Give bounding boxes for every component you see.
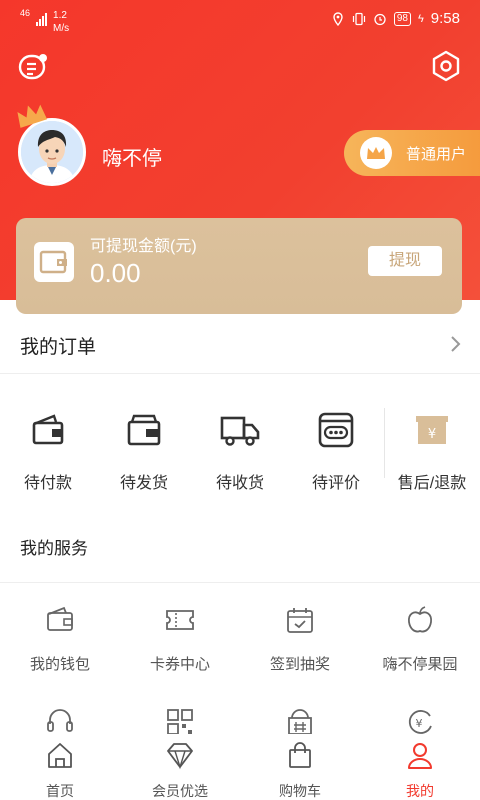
withdraw-button[interactable]: 提现 (368, 246, 442, 276)
tab-member-picks[interactable]: 会员优选 (120, 740, 240, 800)
my-services-title: 我的服务 (20, 539, 88, 558)
user-icon (408, 743, 432, 769)
tab-label: 我的 (406, 783, 434, 799)
network-speed: 1.2 (53, 10, 67, 21)
service-wallet[interactable]: 我的钱包 (0, 604, 120, 674)
chevron-right-icon (451, 336, 461, 352)
tab-cart[interactable]: 购物车 (240, 740, 360, 800)
location-icon (333, 11, 343, 26)
order-pending-payment[interactable]: 待付款 (0, 396, 96, 496)
service-label: 签到抽奖 (269, 656, 330, 673)
alarm-icon (374, 13, 386, 25)
crown-icon (367, 147, 385, 159)
username: 嗨不停 (102, 148, 162, 170)
my-orders-title: 我的订单 (20, 337, 97, 358)
diamond-icon (167, 743, 193, 770)
service-label: 我的钱包 (29, 656, 90, 673)
avatar-image (21, 121, 83, 183)
clock: 9:58 (430, 10, 460, 27)
avatar[interactable] (17, 104, 86, 186)
network-speed-unit: M/s (53, 23, 70, 34)
order-after-sales[interactable]: ¥ 售后/退款 (384, 396, 480, 496)
svg-text:¥: ¥ (416, 717, 423, 730)
balance-label: 可提现金额(元) (90, 238, 197, 255)
order-item-label: 售后/退款 (397, 475, 467, 492)
wallet-icon (47, 606, 73, 631)
battery-indicator: 98 (393, 11, 411, 26)
my-orders-header[interactable]: 我的订单 (0, 318, 480, 374)
status-bar: 46 1.2 M/s 98 ϟ 9:58 (0, 0, 480, 40)
service-coupons[interactable]: 卡券中心 (120, 604, 240, 674)
settings-button[interactable] (430, 50, 462, 82)
order-item-label: 待评价 (311, 475, 360, 492)
tab-mine[interactable]: 我的 (360, 740, 480, 800)
settings-icon (432, 50, 460, 82)
order-pending-shipment[interactable]: 待发货 (96, 396, 192, 496)
member-level-label: 普通用户 (406, 145, 467, 163)
order-status-row: 待付款 待发货 待收货 待评价 ¥ 售后/退款 (0, 396, 480, 506)
shopping-bag-icon (289, 742, 311, 768)
apple-icon (408, 606, 432, 633)
signal-icon (36, 12, 48, 26)
order-pending-review[interactable]: 待评价 (288, 396, 384, 496)
order-item-label: 待付款 (23, 475, 72, 492)
comment-icon (318, 412, 354, 448)
ticket-icon (166, 610, 194, 630)
calendar-check-icon (287, 608, 313, 633)
wallet-icon (34, 242, 74, 282)
yuan-box-icon: ¥ (416, 416, 448, 444)
service-label: 嗨不停果园 (382, 656, 458, 673)
order-pending-receipt[interactable]: 待收货 (192, 396, 288, 496)
vibrate-icon (352, 12, 365, 25)
message-button[interactable] (18, 52, 48, 82)
tab-label: 首页 (46, 783, 74, 799)
charging-icon: ϟ (417, 12, 424, 25)
svg-text:¥: ¥ (428, 427, 436, 442)
tab-label: 购物车 (279, 783, 321, 799)
box-icon (127, 414, 161, 446)
bottom-tab-bar: 首页 会员优选 购物车 我的 (0, 734, 480, 800)
service-label: 卡券中心 (149, 656, 210, 673)
truck-icon (220, 416, 260, 446)
service-checkin-lottery[interactable]: 签到抽奖 (240, 604, 360, 674)
home-icon (48, 743, 72, 768)
network-type: 46 (20, 8, 31, 18)
order-item-label: 待收货 (215, 475, 264, 492)
balance-amount: 0.00 (90, 258, 141, 288)
member-level-badge[interactable]: 普通用户 (344, 130, 480, 176)
withdrawable-balance-card: 可提现金额(元) 0.00 提现 (16, 218, 462, 314)
service-orchard[interactable]: 嗨不停果园 (360, 604, 480, 674)
tab-label: 会员优选 (152, 783, 208, 799)
wallet-icon (32, 414, 64, 445)
tab-home[interactable]: 首页 (0, 740, 120, 800)
order-item-label: 待发货 (119, 475, 168, 492)
message-icon (18, 54, 47, 80)
